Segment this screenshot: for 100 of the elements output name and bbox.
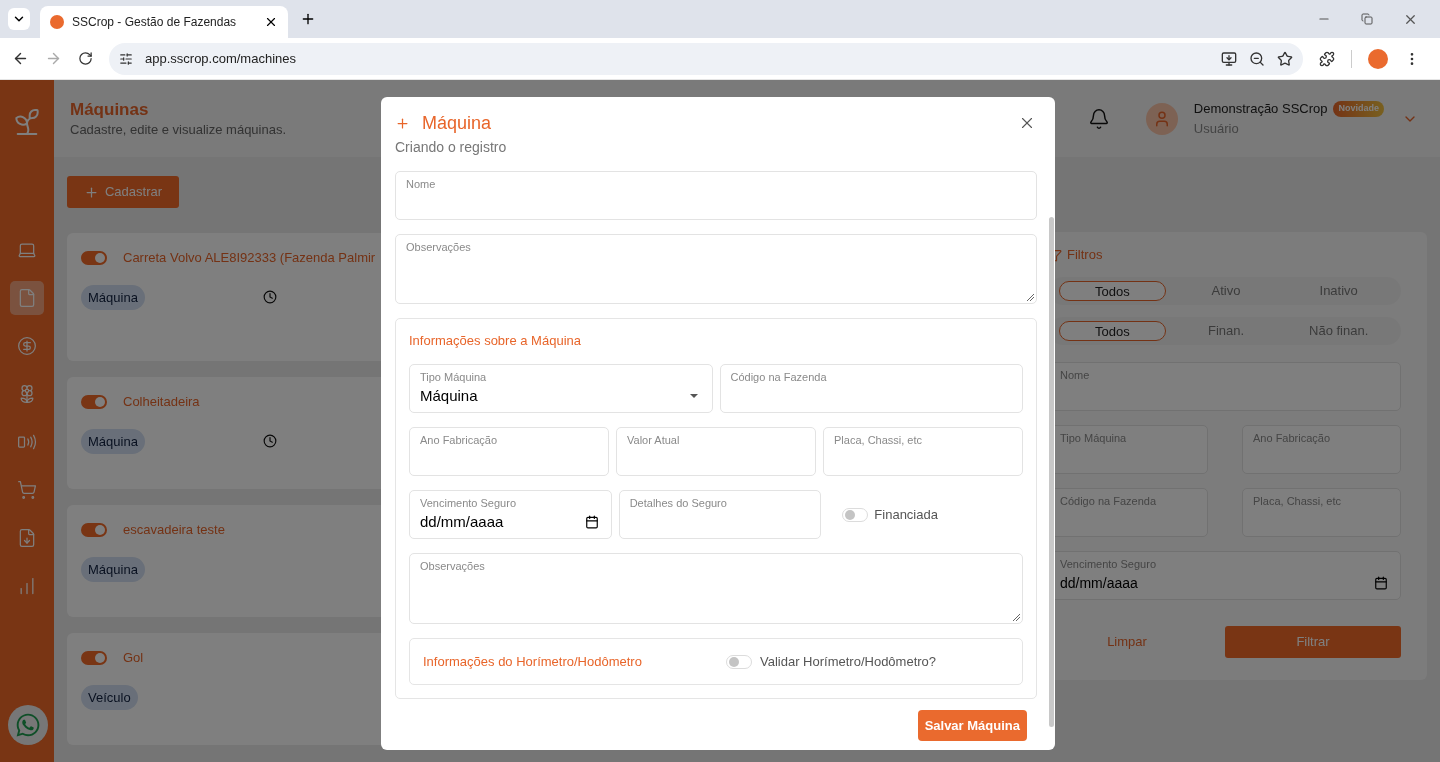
tab-title: SSCrop - Gestão de Fazendas — [72, 14, 238, 31]
address-bar[interactable]: app.sscrop.com/machines — [109, 42, 1303, 75]
dollar-icon — [17, 336, 37, 356]
active-toggle[interactable] — [81, 250, 107, 265]
field-label: Código na Fazenda — [730, 370, 828, 384]
field-label: Detalhes do Seguro — [629, 496, 728, 510]
user-name: Demonstração SSCrop — [1193, 100, 1328, 118]
input-field[interactable]: Ano Fabricação — [1242, 425, 1401, 474]
toggle-label: Validar Horímetro/Hodômetro? — [760, 652, 937, 671]
whatsapp-icon — [14, 712, 41, 738]
field-label: Tipo Máquina — [1060, 431, 1128, 445]
segment-option[interactable]: Todos — [1059, 321, 1166, 341]
field-label: Vencimento Seguro — [1060, 557, 1157, 571]
restore-icon[interactable] — [1361, 13, 1373, 25]
add-button[interactable]: Cadastrar — [67, 176, 179, 208]
site-settings-icon[interactable] — [119, 51, 133, 66]
download-icon — [17, 528, 37, 548]
caret-icon — [689, 394, 698, 398]
forward-icon[interactable] — [45, 50, 62, 67]
machine-card[interactable]: escavadeira teste Máquina — [67, 505, 381, 617]
input-field[interactable]: Valor Atual — [616, 427, 816, 476]
machine-name: escavadeira teste — [123, 521, 225, 539]
input-field[interactable]: Ano Fabricação — [409, 427, 609, 476]
back-icon[interactable] — [12, 50, 29, 67]
machine-name: Carreta Volvo ALE8I92333 (Fazenda Palmir — [123, 249, 376, 267]
new-tab-icon[interactable] — [300, 11, 316, 27]
page-title: Máquinas — [70, 98, 150, 121]
new-badge: Novidade — [1333, 101, 1384, 117]
field-value: dd/mm/aaaa — [1060, 574, 1138, 593]
active-toggle[interactable] — [81, 650, 107, 665]
avatar[interactable] — [1145, 102, 1178, 135]
odometer-title: Informações do Horímetro/Hodômetro — [423, 652, 643, 671]
notes-field[interactable]: Observações — [409, 553, 1023, 624]
input-field[interactable]: Detalhes do Seguro — [618, 490, 822, 539]
financed-toggle[interactable] — [842, 507, 869, 522]
resize-handle-icon — [1027, 294, 1034, 301]
field-value: Máquina — [420, 386, 478, 406]
active-toggle[interactable] — [81, 522, 107, 537]
phone-icon — [17, 432, 37, 452]
whatsapp-button[interactable] — [7, 705, 48, 745]
bookmark-star-icon[interactable] — [1277, 50, 1293, 67]
scrollbar[interactable] — [1049, 217, 1054, 727]
document-icon — [17, 288, 37, 308]
save-button[interactable]: Salvar Máquina — [917, 710, 1027, 741]
resize-handle-icon — [1013, 614, 1020, 621]
field-label: Nome — [406, 177, 437, 191]
section-title: Informações sobre a Máquina — [409, 332, 582, 350]
field-label: Tipo Máquina — [420, 370, 488, 384]
clock-icon[interactable] — [263, 290, 277, 305]
machine-card[interactable]: Carreta Volvo ALE8I92333 (Fazenda Palmir Máquina — [67, 233, 381, 361]
reload-icon[interactable] — [78, 51, 93, 66]
tab-list-button[interactable] — [8, 8, 30, 30]
browser-tab[interactable]: SSCrop - Gestão de Fazendas — [40, 6, 288, 38]
clock-icon[interactable] — [263, 434, 277, 449]
calendar-icon — [584, 515, 599, 529]
machine-card[interactable]: Colheitadeira Máquina — [67, 377, 381, 489]
select-field[interactable]: Tipo Máquina Máquina — [409, 364, 713, 413]
active-toggle[interactable] — [81, 394, 107, 409]
segment-option[interactable]: Todos — [1059, 281, 1166, 301]
field-label: Observações — [406, 240, 472, 254]
segment-option[interactable]: Não finan. — [1286, 321, 1391, 341]
page-subtitle: Cadastre, edite e visualize máquinas. — [70, 120, 287, 139]
segment-option[interactable]: Finan. — [1173, 321, 1279, 341]
clear-button[interactable]: Limpar — [1049, 626, 1205, 658]
profile-icon[interactable] — [1368, 48, 1388, 69]
install-icon[interactable] — [1221, 50, 1237, 67]
input-field[interactable]: Nome — [395, 171, 1037, 220]
validate-toggle[interactable] — [726, 654, 752, 669]
machine-name: Gol — [123, 649, 144, 667]
filter-button[interactable]: Filtrar — [1225, 626, 1401, 658]
plus-icon — [83, 184, 99, 200]
segment-option[interactable]: Ativo — [1173, 281, 1279, 301]
notes-field[interactable]: Observações — [395, 234, 1037, 304]
field-label: Placa, Chassi, etc — [834, 433, 924, 447]
field-label: Placa, Chassi, etc — [1253, 494, 1343, 508]
type-tag: Máquina — [81, 556, 145, 582]
close-icon[interactable] — [264, 15, 278, 29]
type-tag: Máquina — [81, 428, 145, 454]
input-field[interactable]: Placa, Chassi, etc — [823, 427, 1023, 476]
notification-bell-icon[interactable] — [1087, 107, 1110, 130]
field-label: Vencimento Seguro — [420, 496, 517, 510]
cart-icon — [17, 480, 37, 500]
input-field[interactable]: Código na Fazenda — [719, 364, 1023, 413]
extensions-icon[interactable] — [1319, 50, 1335, 67]
modal-title: Máquina — [422, 112, 492, 135]
sidebar-item[interactable] — [10, 281, 44, 315]
modal-subtitle: Criando o registro — [395, 138, 507, 157]
toggle-label: Financiada — [874, 505, 938, 524]
machine-name: Colheitadeira — [123, 393, 200, 411]
input-field[interactable]: Placa, Chassi, etc — [1242, 488, 1401, 537]
type-tag: Veículo — [81, 684, 138, 710]
segment-option[interactable]: Inativo — [1286, 281, 1391, 301]
type-tag: Máquina — [81, 284, 145, 310]
field-label: Ano Fabricação — [420, 433, 499, 447]
zoom-icon[interactable] — [1249, 50, 1265, 67]
field-label: Observações — [420, 559, 486, 573]
filter-title: Filtros — [1067, 246, 1103, 265]
calendar-icon — [1374, 576, 1388, 590]
machine-card[interactable]: Gol Veículo — [67, 633, 381, 745]
date-field[interactable]: Vencimento Seguro dd/mm/aaaa — [409, 490, 612, 539]
